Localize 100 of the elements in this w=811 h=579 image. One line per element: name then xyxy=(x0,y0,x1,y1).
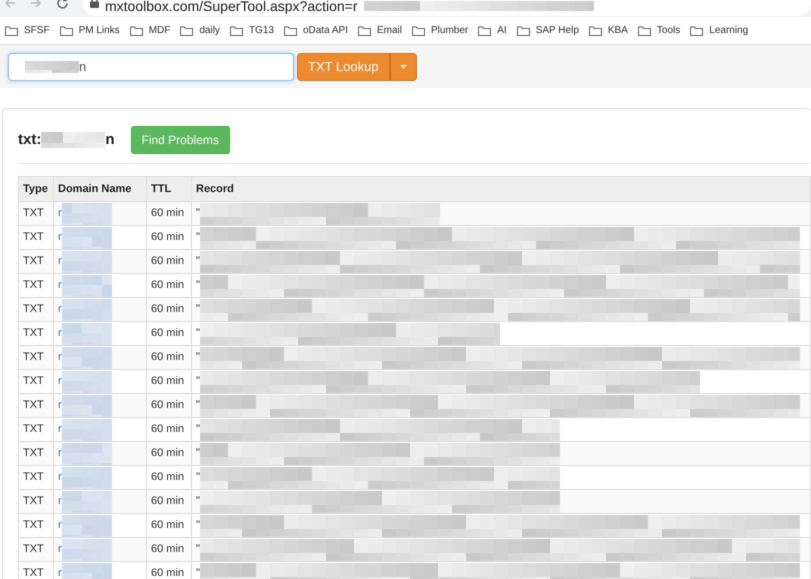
table-cell-text: " xyxy=(196,206,200,222)
url-text: mxtoolbox.com/SuperTool.aspx?action=r xyxy=(105,0,358,13)
redaction-mosaic xyxy=(62,394,112,416)
folder-icon xyxy=(478,26,492,36)
table-cell-text: TXT xyxy=(23,302,44,318)
table-cell-text: " xyxy=(196,446,200,462)
bookmark[interactable]: SFSF xyxy=(24,23,50,38)
domain-link[interactable]: r xyxy=(58,277,62,294)
address-bar[interactable]: mxtoolbox.com/SuperTool.aspx?action=r xyxy=(82,0,811,16)
domain-link[interactable]: r xyxy=(58,493,62,510)
table-cell-text: TXT xyxy=(23,374,44,390)
table-cell-text: TXT xyxy=(23,206,44,222)
redaction-mosaic xyxy=(62,346,112,368)
redaction-mosaic xyxy=(62,226,112,248)
domain-link[interactable]: r xyxy=(58,445,62,462)
dropdown-button[interactable] xyxy=(390,52,417,80)
table-cell-text: 60 min xyxy=(151,494,184,510)
domain-link[interactable]: r xyxy=(58,469,62,486)
table-cell-text: 60 min xyxy=(151,566,184,579)
bookmark[interactable]: Plumber xyxy=(431,23,468,38)
folder-icon xyxy=(230,26,243,36)
bookmark[interactable]: SAP Help xyxy=(536,23,579,38)
bookmark[interactable]: TG13 xyxy=(248,23,274,38)
table-cell-text: " xyxy=(196,326,200,342)
table-cell-text: 60 min xyxy=(151,518,184,534)
bookmark[interactable]: Email xyxy=(376,23,402,38)
table-cell-text: 60 min xyxy=(151,422,184,438)
folder-icon xyxy=(180,26,194,36)
domain-link[interactable]: r xyxy=(58,517,62,534)
redaction-mosaic xyxy=(62,442,112,464)
table-cell-text: 60 min xyxy=(151,542,184,558)
redaction-mosaic xyxy=(62,418,112,440)
table-cell-text: 60 min xyxy=(151,230,184,246)
domain-link[interactable]: r xyxy=(58,229,62,246)
redaction-mosaic xyxy=(62,538,112,560)
domain-link[interactable]: r xyxy=(58,205,62,222)
column-header: Record xyxy=(196,182,234,195)
table-cell-text: " xyxy=(196,422,200,438)
input-text: n xyxy=(79,58,86,76)
bookmark[interactable]: PM Links xyxy=(78,23,120,38)
table-cell-text: " xyxy=(196,278,200,294)
table-cell-text: 60 min xyxy=(151,206,184,222)
bookmark[interactable]: Learning xyxy=(709,23,748,38)
redaction-mosaic xyxy=(62,250,112,272)
folder-icon xyxy=(638,26,651,36)
table-cell-text: 60 min xyxy=(151,374,184,390)
redaction-mosaic xyxy=(62,298,112,320)
result-title-end: n xyxy=(105,130,114,150)
domain-link[interactable]: r xyxy=(58,301,62,318)
redaction-mosaic xyxy=(41,132,106,148)
domain-link[interactable]: r xyxy=(58,373,62,390)
folder-icon xyxy=(516,26,530,36)
domain-link[interactable]: r xyxy=(58,421,62,438)
domain-link[interactable]: r xyxy=(58,253,62,270)
folder-icon xyxy=(412,26,425,36)
table-cell-text: TXT xyxy=(23,470,44,486)
table-cell-text: " xyxy=(196,374,200,390)
bookmark[interactable]: KBA xyxy=(608,23,628,38)
caret-icon xyxy=(400,64,407,68)
bookmark[interactable]: AI xyxy=(497,23,507,38)
bookmark[interactable]: oData API xyxy=(302,23,348,38)
table-cell-text: 60 min xyxy=(151,254,184,270)
folder-icon xyxy=(60,26,73,36)
table-cell-text: 60 min xyxy=(151,446,184,462)
domain-link[interactable]: r xyxy=(58,397,62,414)
bookmark[interactable]: daily xyxy=(199,23,220,38)
folder-icon xyxy=(690,26,704,36)
table-cell-text: TXT xyxy=(23,326,44,342)
table-cell-text: TXT xyxy=(23,542,44,558)
table-cell-text: TXT xyxy=(23,494,44,510)
redaction-mosaic xyxy=(62,274,112,296)
table-cell-text: TXT xyxy=(23,230,44,246)
table-cell-text: TXT xyxy=(23,446,44,462)
result-title: txt: xyxy=(18,130,42,150)
domain-link[interactable]: r xyxy=(58,565,62,579)
table-cell-text: 60 min xyxy=(151,302,184,318)
column-header: TTL xyxy=(151,182,172,195)
table-cell-text: TXT xyxy=(23,422,44,438)
table-cell-text: TXT xyxy=(23,350,44,366)
table-cell-text: 60 min xyxy=(151,470,184,486)
bookmark[interactable]: Tools xyxy=(656,23,680,38)
table-cell-text: " xyxy=(196,518,200,534)
folder-icon xyxy=(130,26,143,36)
redaction-mosaic xyxy=(62,202,112,224)
folder-icon xyxy=(5,26,18,36)
redaction-mosaic xyxy=(62,514,112,536)
bookmark[interactable]: MDF xyxy=(148,23,170,38)
lookup-button[interactable]: TXT Lookup xyxy=(297,52,390,80)
domain-link[interactable]: r xyxy=(58,349,62,366)
domain-input[interactable]: n xyxy=(8,52,294,80)
domain-link[interactable]: r xyxy=(58,541,62,558)
find-problems-button[interactable]: Find Problems xyxy=(130,126,230,154)
table-cell-text: " xyxy=(196,302,200,318)
table-cell-text: 60 min xyxy=(151,278,184,294)
folder-icon xyxy=(588,26,602,36)
domain-link[interactable]: r xyxy=(58,325,62,342)
redaction-mosaic xyxy=(62,322,112,344)
reload-icon[interactable] xyxy=(56,0,69,10)
redaction-mosaic xyxy=(62,490,112,512)
column-header: Domain Name xyxy=(58,182,132,195)
